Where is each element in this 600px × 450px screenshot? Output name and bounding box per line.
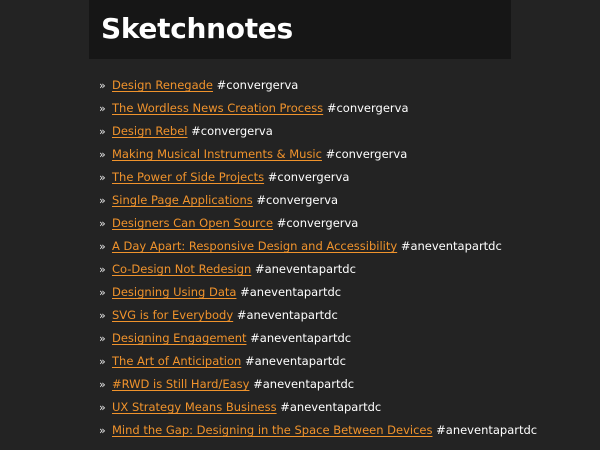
list-item: » Designing Engagement #aneventapartdc	[0, 327, 600, 350]
sketchnote-link[interactable]: A Day Apart: Responsive Design and Acces…	[112, 239, 397, 253]
list-item: » Designing Using Data #aneventapartdc	[0, 281, 600, 304]
bullet-icon: »	[99, 332, 106, 345]
bullet-icon: »	[99, 102, 106, 115]
event-hashtag: #convergerva	[276, 216, 359, 230]
list-item: » The Art of Anticipation #aneventapartd…	[0, 350, 600, 373]
list-item: » #RWD is Still Hard/Easy #aneventapartd…	[0, 373, 600, 396]
bullet-icon: »	[99, 355, 106, 368]
list-item: » A Day Apart: Responsive Design and Acc…	[0, 235, 600, 258]
event-hashtag: #aneventapartdc	[240, 285, 342, 299]
event-hashtag: #convergerva	[256, 193, 339, 207]
list-item: » Making Musical Instruments & Music #co…	[0, 143, 600, 166]
bullet-icon: »	[99, 401, 106, 414]
page-title: Sketchnotes	[101, 12, 293, 45]
bullet-icon: »	[99, 378, 106, 391]
event-hashtag: #aneventapartdc	[253, 377, 355, 391]
sketchnote-link[interactable]: Mind the Gap: Designing in the Space Bet…	[112, 423, 432, 437]
sketchnote-link[interactable]: The Power of Side Projects	[112, 170, 264, 184]
list-item: » Mind the Gap: Designing in the Space B…	[0, 419, 600, 442]
bullet-icon: »	[99, 217, 106, 230]
sketchnote-link[interactable]: UX Strategy Means Business	[112, 400, 277, 414]
list-item: » The Wordless News Creation Process #co…	[0, 97, 600, 120]
list-item: » UX Strategy Means Business #aneventapa…	[0, 396, 600, 419]
sketchnote-link[interactable]: SVG is for Everybody	[112, 308, 233, 322]
list-item: » Design Rebel #convergerva	[0, 120, 600, 143]
event-hashtag: #aneventapartdc	[254, 262, 356, 276]
list-item: » Co-Design Not Redesign #aneventapartdc	[0, 258, 600, 281]
bullet-icon: »	[99, 148, 106, 161]
bullet-icon: »	[99, 309, 106, 322]
bullet-icon: »	[99, 125, 106, 138]
event-hashtag: #convergerva	[191, 124, 273, 138]
sketchnote-link[interactable]: #RWD is Still Hard/Easy	[112, 377, 249, 391]
list-item: » The Power of Side Projects #convergerv…	[0, 166, 600, 189]
bullet-icon: »	[99, 263, 106, 276]
sketchnote-link[interactable]: Making Musical Instruments & Music	[112, 147, 322, 161]
list-item: » SVG is for Everybody #aneventapartdc	[0, 304, 600, 327]
list-item: » Designers Can Open Source #convergerva	[0, 212, 600, 235]
sketchnote-link[interactable]: Designing Engagement	[112, 331, 247, 345]
sketchnote-link[interactable]: Design Renegade	[112, 78, 213, 92]
event-hashtag: #aneventapartdc	[250, 331, 352, 345]
event-hashtag: #convergerva	[216, 78, 299, 92]
list-item: » Design Renegade #convergerva	[0, 74, 600, 97]
sketchnote-link[interactable]: The Wordless News Creation Process	[112, 101, 323, 115]
bullet-icon: »	[99, 286, 106, 299]
event-hashtag: #aneventapartdc	[400, 239, 502, 253]
bullet-icon: »	[99, 194, 106, 207]
sketchnote-link[interactable]: Single Page Applications	[112, 193, 253, 207]
sketchnote-link[interactable]: Co-Design Not Redesign	[112, 262, 251, 276]
sketchnote-link[interactable]: Designing Using Data	[112, 285, 236, 299]
event-hashtag: #aneventapartdc	[436, 423, 538, 437]
sketchnote-link[interactable]: Designers Can Open Source	[112, 216, 273, 230]
bullet-icon: »	[99, 79, 106, 92]
bullet-icon: »	[99, 240, 106, 253]
page-header: Sketchnotes	[89, 0, 511, 59]
bullet-icon: »	[99, 424, 106, 437]
event-hashtag: #convergerva	[325, 147, 408, 161]
event-hashtag: #aneventapartdc	[280, 400, 382, 414]
event-hashtag: #convergerva	[326, 101, 409, 115]
event-hashtag: #aneventapartdc	[236, 308, 338, 322]
sketchnote-link[interactable]: Design Rebel	[112, 124, 187, 138]
bullet-icon: »	[99, 171, 106, 184]
list-item: » Single Page Applications #convergerva	[0, 189, 600, 212]
sketchnote-link[interactable]: The Art of Anticipation	[112, 354, 241, 368]
event-hashtag: #convergerva	[267, 170, 350, 184]
sketchnotes-list: » Design Renegade #convergerva » The Wor…	[0, 74, 600, 442]
event-hashtag: #aneventapartdc	[244, 354, 346, 368]
